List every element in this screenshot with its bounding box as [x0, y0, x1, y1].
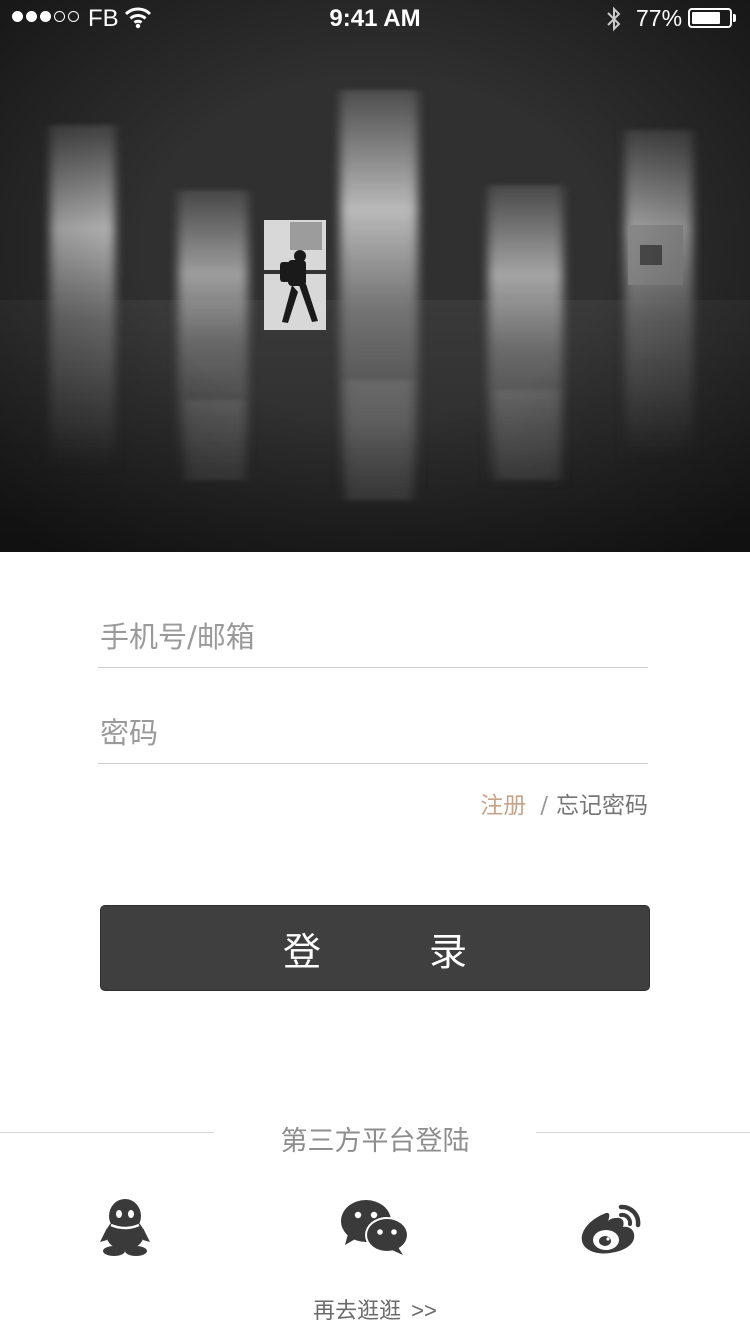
links-separator: / [540, 793, 548, 819]
account-links: 注册 / 忘记密码 [480, 786, 648, 820]
browse-label: 再去逛逛 [313, 1299, 402, 1324]
wechat-icon[interactable] [340, 1199, 410, 1257]
battery-cap [733, 14, 736, 22]
register-link[interactable]: 注册 [480, 793, 526, 819]
password-field [98, 704, 648, 764]
battery-icon [688, 8, 732, 28]
hero-photo [0, 0, 750, 552]
browse-link[interactable]: 再去逛逛 >> [0, 1293, 750, 1325]
divider-right [536, 1132, 750, 1133]
status-bar: FB 9:41 AM 77% [0, 0, 750, 40]
battery-percentage: 77% [636, 5, 683, 31]
forgot-password-link[interactable]: 忘记密码 [556, 793, 648, 819]
phone-email-input[interactable] [100, 608, 640, 666]
third-party-title: 第三方平台登陆 [280, 1126, 470, 1157]
qq-icon[interactable] [98, 1198, 152, 1258]
bluetooth-icon [607, 6, 621, 32]
password-input[interactable] [100, 704, 640, 762]
battery-fill [692, 12, 720, 24]
phone-email-field [98, 608, 648, 668]
browse-arrow: >> [411, 1298, 437, 1323]
corridor-photo [0, 0, 750, 552]
login-button-label: 登录 [282, 929, 575, 974]
login-button[interactable]: 登录 [100, 905, 650, 991]
weibo-icon[interactable] [580, 1201, 644, 1255]
divider-left [0, 1132, 214, 1133]
